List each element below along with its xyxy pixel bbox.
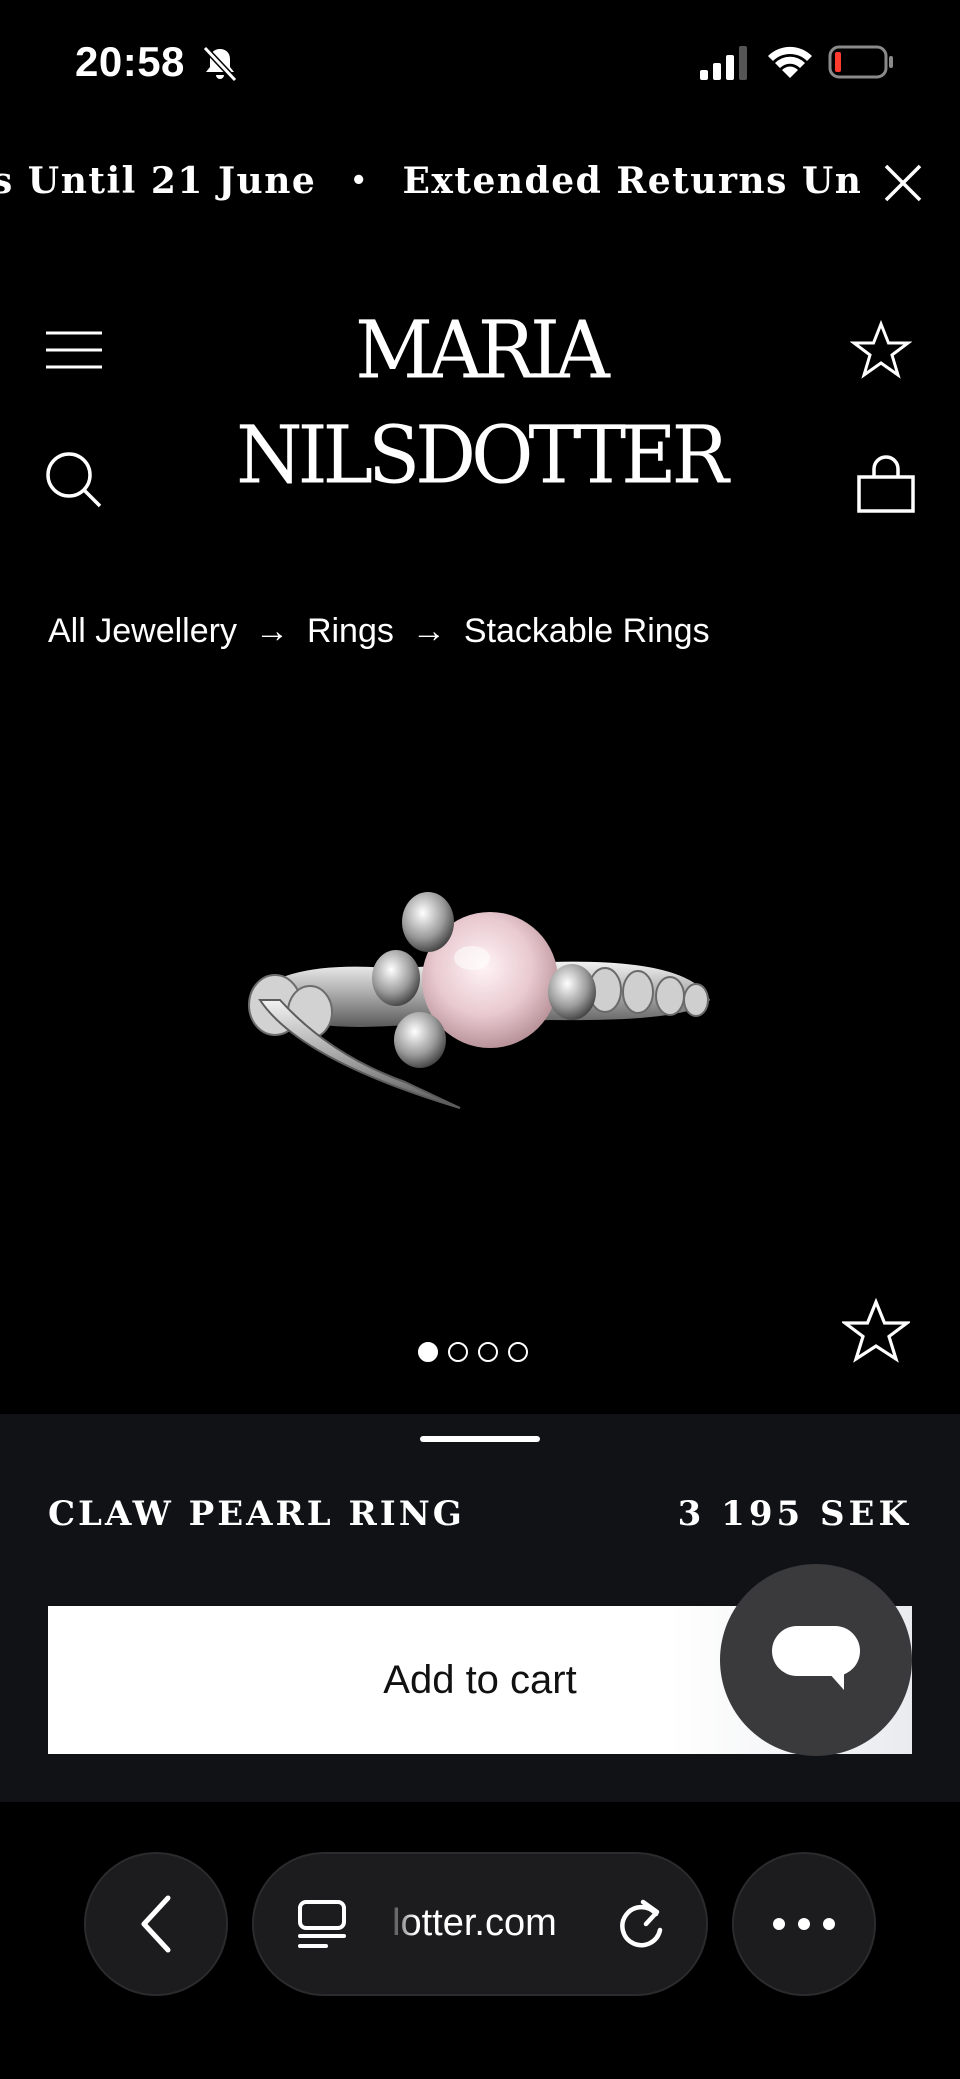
announcement-item: Extended Returns Until xyxy=(402,160,860,202)
brand-logo[interactable]: MARIA NILSDOTTER xyxy=(205,298,755,501)
product-price: 3 195 SEK xyxy=(677,1494,912,1534)
breadcrumb-arrow: → xyxy=(254,612,289,650)
search-icon[interactable] xyxy=(44,450,104,510)
carousel-dot[interactable] xyxy=(418,1342,438,1362)
url-text[interactable]: lotter.com xyxy=(392,1902,592,1945)
tabs-icon[interactable] xyxy=(296,1898,348,1950)
carousel-dot[interactable] xyxy=(478,1342,498,1362)
ellipsis-icon xyxy=(773,1918,835,1930)
wifi-icon xyxy=(768,46,812,78)
breadcrumb-arrow: → xyxy=(411,612,446,650)
bell-slash-icon xyxy=(202,45,238,83)
announcement-bar: s Until 21 June • Extended Returns Until xyxy=(0,150,860,220)
chat-bubble-icon xyxy=(772,1626,860,1690)
favorites-star-icon[interactable] xyxy=(850,320,912,382)
cellular-signal-icon xyxy=(700,46,747,80)
shopping-bag-icon[interactable] xyxy=(856,455,916,515)
status-time: 20:58 xyxy=(75,38,185,85)
chevron-left-icon xyxy=(141,1895,171,1953)
announcement-text[interactable]: s Until 21 June • Extended Returns Until xyxy=(0,160,860,202)
breadcrumb: All Jewellery → Rings → Stackable Rings xyxy=(48,612,710,651)
breadcrumb-rings[interactable]: Rings xyxy=(307,612,394,651)
sheet-drag-handle[interactable] xyxy=(420,1436,540,1442)
announcement-item: s Until 21 June xyxy=(0,160,317,202)
carousel-dot[interactable] xyxy=(508,1342,528,1362)
breadcrumb-all-jewellery[interactable]: All Jewellery xyxy=(48,612,237,651)
chat-button[interactable] xyxy=(720,1564,912,1756)
browser-more-button[interactable] xyxy=(732,1852,876,1996)
claw-pearl-ring-image[interactable] xyxy=(220,850,740,1130)
carousel-dot[interactable] xyxy=(448,1342,468,1362)
close-icon[interactable] xyxy=(878,158,928,208)
reload-icon[interactable] xyxy=(616,1894,668,1952)
product-favorite-star-icon[interactable] xyxy=(842,1298,910,1366)
breadcrumb-stackable-rings[interactable]: Stackable Rings xyxy=(464,612,710,651)
browser-back-button[interactable] xyxy=(84,1852,228,1996)
carousel-dots xyxy=(418,1342,528,1366)
announcement-separator: • xyxy=(350,166,369,196)
hamburger-menu-icon[interactable] xyxy=(46,330,104,370)
battery-low-icon xyxy=(828,45,893,79)
product-name: CLAW PEARL RING xyxy=(48,1494,465,1534)
